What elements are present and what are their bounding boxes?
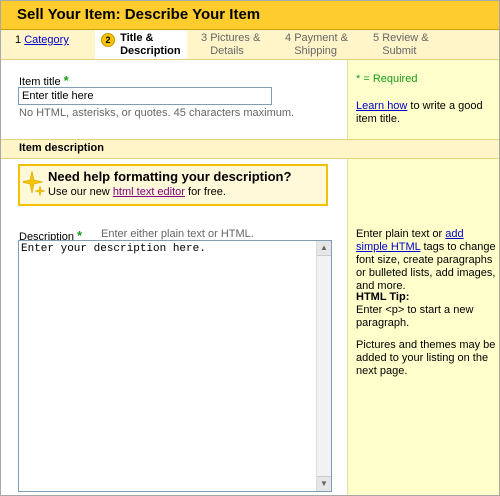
scroll-up-arrow-icon[interactable]: ▲ [317, 241, 331, 256]
help-body: Use our new html text editor for free. [48, 186, 226, 198]
step-number: 3 [201, 32, 208, 44]
description-textarea[interactable]: Enter your description here. ▲ ▼ [18, 240, 332, 492]
step-category-link[interactable]: Category [24, 34, 69, 46]
sell-item-page: Sell Your Item: Describe Your Item 1 Cat… [0, 0, 500, 496]
help-prefix: Use our new [48, 186, 113, 198]
html-tip-title: HTML Tip: [356, 291, 410, 303]
step-label-line: Title & [120, 32, 154, 44]
step-number: 5 [373, 32, 380, 44]
step-label-line: Details [210, 45, 244, 57]
description-hint: Enter either plain text or HTML. [101, 228, 254, 240]
description-scrollbar[interactable]: ▲ ▼ [316, 241, 331, 491]
learn-title-tip: Learn how to write a good item title. [356, 100, 496, 126]
required-star: * [63, 73, 69, 88]
form-column: Item title* No HTML, asterisks, or quote… [1, 60, 346, 495]
html-info-prefix: Enter plain text or [356, 228, 446, 240]
step-review-submit: 5 Review & Submit [373, 32, 429, 58]
required-note: * = Required [356, 73, 418, 85]
help-sidebar: * = Required Learn how to write a good i… [347, 60, 499, 495]
page-title: Sell Your Item: Describe Your Item [17, 6, 261, 23]
html-tip-body: Enter <p> to start a new paragraph. [356, 304, 474, 329]
help-title: Need help formatting your description? [48, 169, 292, 184]
title-bar: Sell Your Item: Describe Your Item [1, 1, 499, 30]
item-description-title: Item description [19, 142, 104, 154]
step-label-line: Payment & [294, 32, 348, 44]
html-info: Enter plain text or add simple HTML tags… [356, 228, 496, 293]
step-label-line: Submit [382, 45, 417, 57]
step-category[interactable]: 1 Category [15, 34, 69, 47]
item-description-header: Item description [1, 139, 499, 159]
pictures-note: Pictures and themes may be added to your… [356, 339, 496, 377]
step-label-line: Review & [382, 32, 429, 44]
item-title-hint: No HTML, asterisks, or quotes. 45 charac… [19, 107, 295, 119]
step-navigation: 1 Category 2 Title & Description 3 Pictu… [1, 30, 499, 60]
description-text: Enter your description here. [21, 243, 206, 255]
step-number: 1 [15, 34, 22, 46]
step-title-description: 2 Title & Description [95, 30, 187, 59]
learn-how-link[interactable]: Learn how [356, 100, 407, 112]
step-label-line: Description [120, 45, 181, 57]
step-pictures-details: 3 Pictures & Details [201, 32, 260, 58]
step-label-line: Shipping [294, 45, 338, 57]
item-title-label: Item title * [19, 73, 69, 88]
html-editor-link[interactable]: html text editor [113, 186, 185, 198]
step-payment-shipping: 4 Payment & Shipping [285, 32, 348, 58]
step-label-line: Pictures & [210, 32, 261, 44]
scroll-down-arrow-icon[interactable]: ▼ [317, 476, 331, 491]
current-step-badge: 2 [101, 33, 115, 47]
item-title-input[interactable] [18, 87, 272, 105]
step-number: 4 [285, 32, 292, 44]
sparkle-icon [23, 170, 45, 197]
formatting-help-box: Need help formatting your description? U… [18, 164, 328, 206]
help-suffix: for free. [184, 186, 226, 198]
